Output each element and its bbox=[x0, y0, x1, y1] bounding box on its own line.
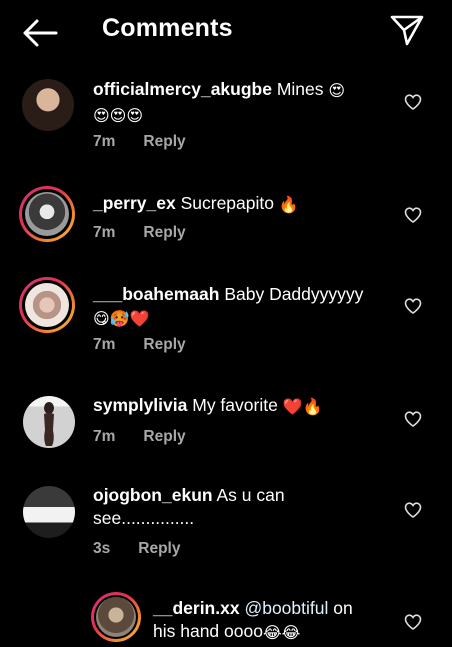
comment-emoji: ❤️🔥 bbox=[282, 399, 323, 416]
comment-time: 7m bbox=[93, 224, 116, 241]
heart-outline-icon[interactable] bbox=[404, 502, 422, 518]
avatar[interactable] bbox=[19, 277, 75, 333]
comment-body: Mines bbox=[271, 79, 324, 99]
comment-text: __derin.xx @boobtiful on his hand oooo😂😂 bbox=[153, 597, 393, 645]
avatar[interactable] bbox=[91, 592, 141, 642]
comment-username[interactable]: ojogbon_ekun bbox=[93, 485, 213, 505]
comment-time: 7m bbox=[93, 133, 116, 150]
comment-item: _perry_ex Sucrepapito 🔥 7m Reply bbox=[0, 186, 452, 250]
comment-item: symplylivia My favorite ❤️🔥 7m Reply bbox=[0, 392, 452, 452]
comment-body-line2: his hand oooo bbox=[153, 621, 263, 641]
comment-time: 7m bbox=[93, 336, 116, 353]
app-header: Comments bbox=[0, 0, 452, 64]
comment-username[interactable]: ___boahemaah bbox=[93, 284, 219, 304]
comment-emoji-line2: 😍😍😍 bbox=[93, 108, 144, 125]
comment-time: 7m bbox=[93, 428, 116, 445]
comment-emoji: 😍 bbox=[328, 83, 346, 100]
reply-button[interactable]: Reply bbox=[143, 428, 185, 445]
reply-button[interactable]: Reply bbox=[143, 133, 185, 150]
comment-mention[interactable]: @boobtiful bbox=[244, 598, 328, 618]
heart-outline-icon[interactable] bbox=[404, 207, 422, 223]
back-arrow-icon[interactable] bbox=[22, 18, 58, 48]
comment-item: ___boahemaah Baby Daddyyyyyy 😋🥵❤️ 7m Repl… bbox=[0, 277, 452, 357]
heart-outline-icon[interactable] bbox=[404, 614, 422, 630]
comment-meta: 7m Reply bbox=[93, 428, 186, 446]
comment-meta: 7m Reply bbox=[93, 336, 186, 354]
avatar[interactable] bbox=[23, 486, 75, 538]
comment-meta: 7m Reply bbox=[93, 224, 186, 242]
comment-username[interactable]: _perry_ex bbox=[93, 193, 176, 213]
comment-time: 3s bbox=[93, 540, 111, 557]
comment-username[interactable]: officialmercy_akugbe bbox=[93, 79, 272, 99]
comment-body: As u can bbox=[212, 485, 285, 505]
avatar[interactable] bbox=[19, 186, 75, 242]
reply-button[interactable]: Reply bbox=[138, 540, 180, 557]
comment-emoji: 🔥 bbox=[278, 197, 299, 214]
comment-username[interactable]: __derin.xx bbox=[153, 598, 240, 618]
comment-body: Sucrepapito bbox=[175, 193, 274, 213]
send-paper-plane-icon[interactable] bbox=[390, 14, 424, 46]
heart-outline-icon[interactable] bbox=[404, 94, 422, 110]
comment-text: symplylivia My favorite ❤️🔥 bbox=[93, 394, 393, 419]
comment-item: officialmercy_akugbe Mines 😍 😍😍😍 7m Reply bbox=[0, 74, 452, 164]
avatar[interactable] bbox=[22, 79, 74, 131]
comment-text: ojogbon_ekun As u can see............... bbox=[93, 484, 393, 530]
reply-button[interactable]: Reply bbox=[143, 224, 185, 241]
avatar[interactable] bbox=[23, 396, 75, 448]
heart-outline-icon[interactable] bbox=[404, 298, 422, 314]
comment-meta: 3s Reply bbox=[93, 540, 180, 558]
reply-button[interactable]: Reply bbox=[143, 336, 185, 353]
comment-body: My favorite bbox=[187, 395, 278, 415]
comment-text: _perry_ex Sucrepapito 🔥 bbox=[93, 192, 383, 217]
comment-username[interactable]: symplylivia bbox=[93, 395, 187, 415]
comment-reply-item: __derin.xx @boobtiful on his hand oooo😂😂 bbox=[0, 592, 452, 647]
heart-outline-icon[interactable] bbox=[404, 411, 422, 427]
comment-text: ___boahemaah Baby Daddyyyyyy 😋🥵❤️ bbox=[93, 283, 393, 331]
page-title: Comments bbox=[102, 14, 233, 42]
comment-meta: 7m Reply bbox=[93, 133, 186, 151]
comment-body: Baby Daddyyyyyy bbox=[219, 284, 364, 304]
comment-body-line2: see............... bbox=[93, 508, 195, 528]
comment-item: ojogbon_ekun As u can see...............… bbox=[0, 482, 452, 562]
comment-emoji-line2: 😋🥵❤️ bbox=[93, 311, 150, 328]
comment-emoji-line2: 😂😂 bbox=[262, 625, 301, 642]
comment-body: on bbox=[328, 598, 353, 618]
comment-text: officialmercy_akugbe Mines 😍 😍😍😍 bbox=[93, 78, 383, 128]
